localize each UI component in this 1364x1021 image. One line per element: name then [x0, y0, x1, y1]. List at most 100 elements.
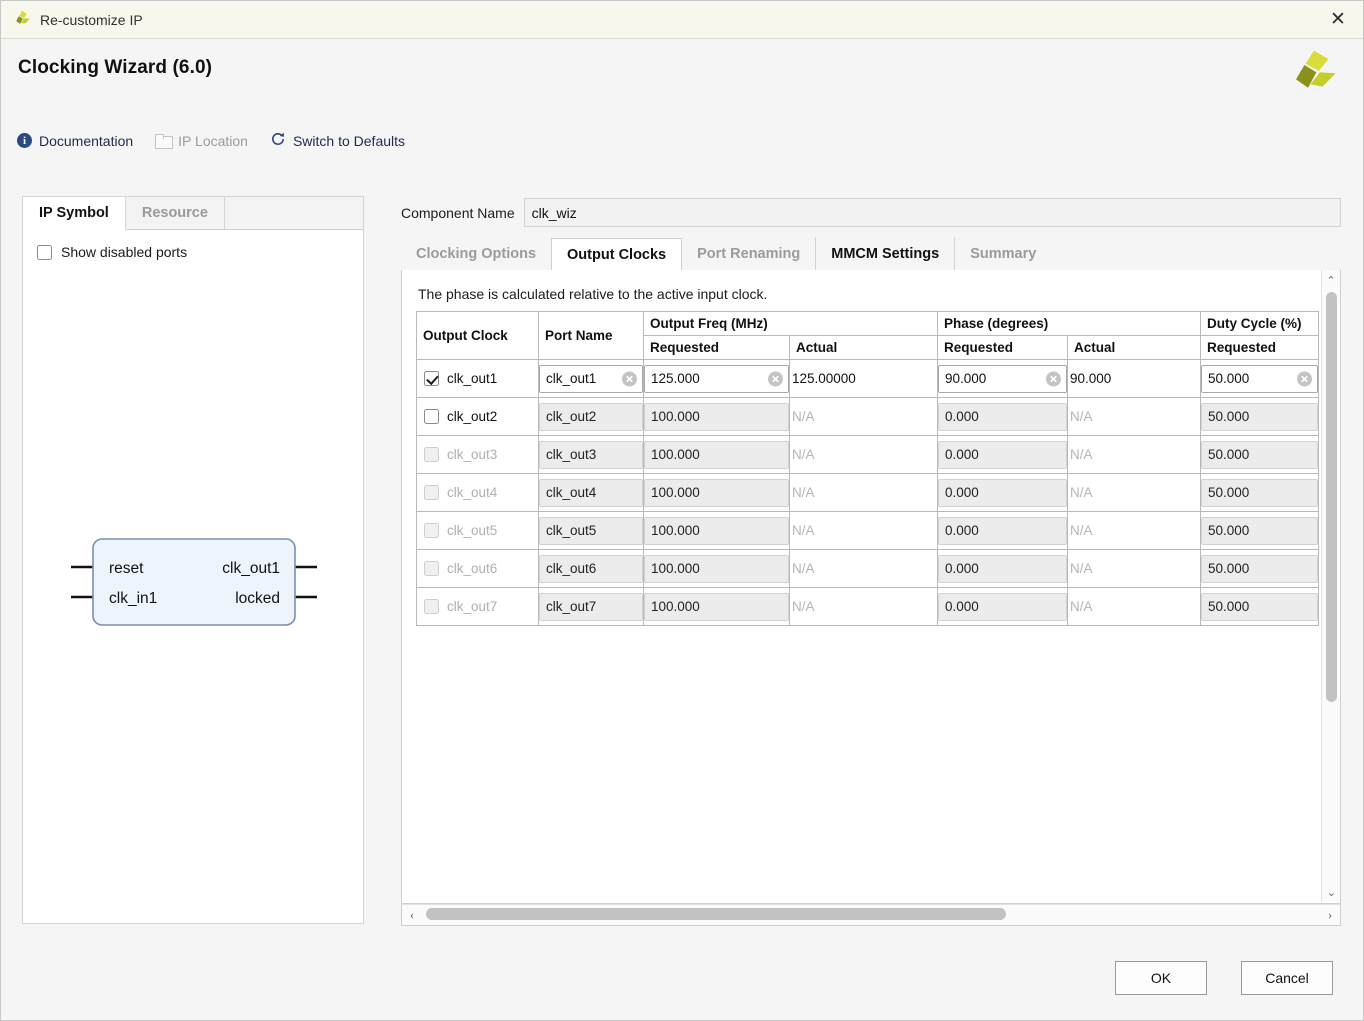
row-2-duty-requested-input-value: 50.000: [1208, 409, 1250, 424]
row-4-enable-cell[interactable]: clk_out4: [416, 473, 539, 512]
row-6-phase-actual-cell: N/A: [1067, 549, 1201, 588]
xilinx-brand-logo-icon: [1290, 47, 1338, 98]
vertical-scrollbar-thumb[interactable]: [1326, 292, 1337, 702]
folder-icon: [155, 134, 174, 149]
scroll-down-icon[interactable]: ⌄: [1322, 882, 1340, 902]
row-2-freq-requested-cell: 100.000: [643, 397, 790, 436]
row-4-enable-checkbox[interactable]: [424, 485, 439, 500]
row-2-port-name-input-value: clk_out2: [546, 409, 597, 424]
row-7-enable-checkbox[interactable]: [424, 599, 439, 614]
show-disabled-ports-row[interactable]: Show disabled ports: [23, 230, 363, 260]
row-5-freq-requested-input-value: 100.000: [651, 523, 700, 538]
row-5-phase-requested-input-value: 0.000: [945, 523, 979, 538]
th-port-name: Port Name: [538, 311, 644, 360]
row-1-enable-cell[interactable]: clk_out1: [416, 359, 539, 398]
row-2-phase-requested-cell: 0.000: [937, 397, 1068, 436]
svg-text:clk_out1: clk_out1: [222, 560, 280, 577]
row-1-duty-requested-input[interactable]: 50.000: [1201, 364, 1318, 393]
scroll-right-icon[interactable]: ›: [1320, 907, 1340, 923]
row-6-enable-checkbox[interactable]: [424, 561, 439, 576]
row-5-enable-checkbox[interactable]: [424, 523, 439, 538]
row-3-freq-requested-cell: 100.000: [643, 435, 790, 474]
row-3-port-name-input: clk_out3: [539, 440, 643, 469]
row-1-enable-checkbox[interactable]: [424, 371, 439, 386]
table-row: clk_out7 clk_out7 100.000 N/A 0.000 N/A 50.000: [416, 587, 1319, 626]
ok-button[interactable]: OK: [1115, 961, 1207, 995]
clear-row-1-phase-requested-input-icon[interactable]: [1046, 371, 1061, 386]
cancel-button[interactable]: Cancel: [1241, 961, 1333, 995]
row-2-freq-actual-value: N/A: [792, 409, 815, 424]
component-name-row: Component Name: [401, 198, 1341, 227]
row-1-port-name-cell: clk_out1: [538, 359, 644, 398]
horizontal-scrollbar-track[interactable]: [422, 904, 1320, 926]
row-5-freq-requested-cell: 100.000: [643, 511, 790, 550]
row-6-duty-requested-input: 50.000: [1201, 554, 1318, 583]
row-5-enable-cell[interactable]: clk_out5: [416, 511, 539, 550]
row-1-port-name-input[interactable]: clk_out1: [539, 364, 643, 393]
ip-location-label: IP Location: [178, 132, 248, 149]
clear-row-1-port-name-input-icon[interactable]: [622, 371, 637, 386]
recustomize-ip-window: Re-customize IP ✕ Clocking Wizard (6.0) …: [0, 0, 1364, 1021]
row-1-freq-requested-cell: 125.000: [643, 359, 790, 398]
row-5-freq-actual-cell: N/A: [789, 511, 938, 550]
tab-mmcm-settings[interactable]: MMCM Settings: [815, 237, 954, 270]
row-4-freq-requested-input-value: 100.000: [651, 485, 700, 500]
row-4-phase-requested-cell: 0.000: [937, 473, 1068, 512]
tab-clocking-options[interactable]: Clocking Options: [401, 237, 551, 270]
row-2-enable-checkbox[interactable]: [424, 409, 439, 424]
documentation-link[interactable]: i Documentation: [17, 133, 133, 148]
table-row: clk_out5 clk_out5 100.000 N/A 0.000 N/A 50.000: [416, 511, 1319, 550]
row-7-phase-actual-cell: N/A: [1067, 587, 1201, 626]
horizontal-scrollbar-thumb[interactable]: [426, 908, 1006, 920]
row-7-freq-requested-cell: 100.000: [643, 587, 790, 626]
clear-row-1-duty-requested-input-icon[interactable]: [1297, 371, 1312, 386]
clear-row-1-freq-requested-input-icon[interactable]: [768, 371, 783, 386]
row-1-phase-requested-input-value: 90.000: [945, 371, 987, 386]
th-freq-requested: Requested: [643, 335, 790, 360]
row-5-freq-requested-input: 100.000: [644, 516, 789, 545]
row-5-clock-label: clk_out5: [447, 523, 498, 538]
row-7-phase-requested-input-value: 0.000: [945, 599, 979, 614]
tab-resource[interactable]: Resource: [125, 197, 225, 229]
row-4-phase-actual-value: N/A: [1070, 485, 1093, 500]
scroll-left-icon[interactable]: ‹: [402, 907, 422, 923]
row-3-enable-cell[interactable]: clk_out3: [416, 435, 539, 474]
scroll-up-icon[interactable]: ⌃: [1322, 270, 1340, 290]
component-name-input[interactable]: [523, 198, 1341, 227]
row-7-freq-requested-input: 100.000: [644, 592, 789, 621]
row-3-enable-checkbox[interactable]: [424, 447, 439, 462]
tab-port-renaming[interactable]: Port Renaming: [682, 237, 815, 270]
switch-to-defaults-link[interactable]: Switch to Defaults: [270, 131, 405, 150]
row-4-freq-requested-input: 100.000: [644, 478, 789, 507]
documentation-label: Documentation: [39, 132, 134, 149]
tab-output-clocks[interactable]: Output Clocks: [551, 238, 683, 271]
content-vertical-scrollbar[interactable]: ⌃ ⌄: [1321, 270, 1340, 902]
row-2-port-name-input: clk_out2: [539, 402, 643, 431]
row-1-freq-requested-input[interactable]: 125.000: [644, 364, 789, 393]
row-3-freq-actual-value: N/A: [792, 447, 815, 462]
row-7-duty-requested-input-value: 50.000: [1208, 599, 1250, 614]
row-6-enable-cell[interactable]: clk_out6: [416, 549, 539, 588]
row-2-port-name-cell: clk_out2: [538, 397, 644, 436]
row-3-phase-actual-value: N/A: [1070, 447, 1093, 462]
show-disabled-ports-label: Show disabled ports: [61, 244, 188, 260]
tab-summary[interactable]: Summary: [954, 237, 1051, 270]
row-6-phase-requested-cell: 0.000: [937, 549, 1068, 588]
row-7-enable-cell[interactable]: clk_out7: [416, 587, 539, 626]
content-horizontal-scrollbar[interactable]: ‹ ›: [401, 904, 1341, 926]
row-1-phase-requested-input[interactable]: 90.000: [938, 364, 1067, 393]
row-2-duty-requested-input: 50.000: [1201, 402, 1318, 431]
row-3-port-name-input-value: clk_out3: [546, 447, 597, 462]
tab-ip-symbol[interactable]: IP Symbol: [23, 197, 126, 230]
row-1-port-name-input-value: clk_out1: [546, 371, 597, 386]
ip-location-link[interactable]: IP Location: [155, 132, 248, 149]
row-7-phase-requested-input: 0.000: [938, 592, 1067, 621]
close-icon[interactable]: ✕: [1313, 1, 1363, 38]
show-disabled-ports-checkbox[interactable]: [37, 244, 52, 260]
row-2-enable-cell[interactable]: clk_out2: [416, 397, 539, 436]
ip-block-symbol: reset clk_in1 clk_out1 locked: [23, 527, 365, 657]
row-2-duty-requested-cell: 50.000: [1200, 397, 1319, 436]
row-7-port-name-input: clk_out7: [539, 592, 643, 621]
row-1-phase-actual-cell: 90.000: [1067, 359, 1201, 398]
row-6-duty-requested-input-value: 50.000: [1208, 561, 1250, 576]
